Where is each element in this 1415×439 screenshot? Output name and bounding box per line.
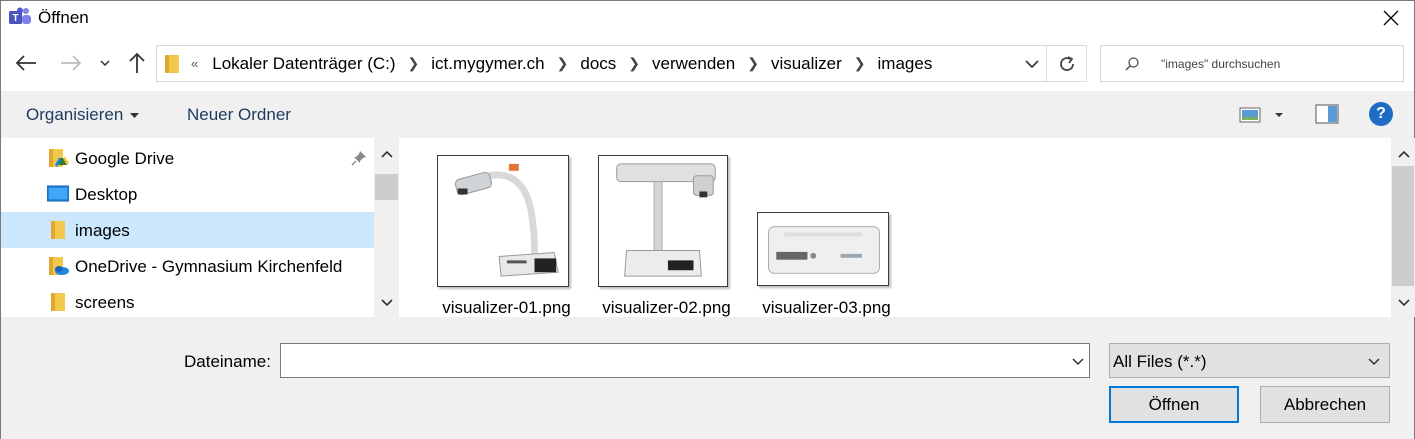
file-type-value: All Files (*.*)	[1113, 352, 1207, 371]
file-item[interactable]: visualizer-02.png	[589, 155, 744, 317]
address-bar[interactable]: « Lokaler Datenträger (C:) ❯ ict.mygymer…	[156, 45, 1087, 82]
chevron-down-icon	[1397, 299, 1410, 306]
help-button[interactable]: ?	[1369, 102, 1393, 126]
file-thumbnail	[437, 155, 569, 287]
breadcrumb-overflow-icon[interactable]: «	[191, 56, 198, 71]
search-placeholder: "images" durchsuchen	[1161, 57, 1281, 71]
up-button[interactable]	[122, 41, 152, 85]
nav-item-label: images	[75, 221, 130, 240]
scroll-thumb[interactable]	[375, 174, 398, 200]
scroll-thumb[interactable]	[1392, 166, 1414, 286]
file-thumbnail	[598, 155, 728, 287]
scroll-down-button[interactable]	[374, 290, 399, 315]
filename-label: Dateiname:	[184, 352, 271, 371]
file-list: visualizer-01.png visualizer-02.png visu…	[401, 138, 1391, 317]
organize-label: Organisieren	[26, 105, 124, 124]
google-drive-folder-icon	[49, 149, 69, 167]
organize-menu-button[interactable]: Organisieren	[26, 105, 140, 125]
arrow-up-icon	[129, 52, 145, 73]
address-row: « Lokaler Datenträger (C:) ❯ ict.mygymer…	[1, 41, 1414, 85]
chevron-down-icon	[380, 299, 393, 306]
scroll-up-button[interactable]	[374, 142, 399, 167]
nav-item-label: Desktop	[75, 185, 138, 204]
title-bar: T Öffnen	[1, 1, 1414, 34]
chevron-right-icon[interactable]: ❯	[747, 55, 759, 72]
filename-field[interactable]	[285, 348, 1055, 373]
view-thumbnail-icon	[1239, 107, 1283, 123]
window-title: Öffnen	[38, 8, 89, 27]
file-item[interactable]: visualizer-01.png	[429, 155, 584, 317]
new-folder-button[interactable]: Neuer Ordner	[187, 105, 291, 125]
breadcrumb: « Lokaler Datenträger (C:) ❯ ict.mygymer…	[191, 46, 932, 81]
nav-item-label: Google Drive	[75, 149, 175, 168]
open-button[interactable]: Öffnen	[1109, 386, 1239, 423]
breadcrumb-item[interactable]: verwenden	[652, 54, 735, 74]
caret-down-icon	[130, 113, 140, 119]
nav-item-google-drive[interactable]: Google Drive	[1, 140, 374, 176]
desktop-icon	[47, 185, 69, 202]
scroll-up-button[interactable]	[1391, 142, 1415, 167]
file-thumbnail	[757, 212, 889, 286]
scroll-down-button[interactable]	[1391, 290, 1415, 315]
teams-app-icon: T	[9, 7, 31, 24]
folder-icon	[51, 293, 65, 311]
navigation-pane: Google Drive Desktop images OneDrive - G…	[1, 138, 374, 317]
file-type-select[interactable]: All Files (*.*)	[1109, 343, 1390, 378]
file-name: visualizer-02.png	[602, 298, 731, 317]
folder-icon	[51, 221, 65, 239]
back-button[interactable]	[11, 41, 41, 85]
forward-button[interactable]	[56, 41, 86, 85]
nav-item-desktop[interactable]: Desktop	[1, 176, 374, 212]
chevron-right-icon[interactable]: ❯	[557, 55, 569, 72]
chevron-right-icon[interactable]: ❯	[854, 55, 866, 72]
folder-icon	[165, 55, 179, 73]
svg-text:T: T	[12, 13, 18, 24]
dialog-footer: Dateiname: All Files (*.*) Öffnen Abbrec…	[1, 317, 1414, 439]
file-name: visualizer-01.png	[442, 298, 571, 317]
address-history-button[interactable]	[1017, 46, 1047, 81]
nav-item-label: screens	[75, 293, 135, 312]
content-scrollbar[interactable]	[1391, 138, 1415, 317]
chevron-right-icon[interactable]: ❯	[628, 55, 640, 72]
breadcrumb-item[interactable]: visualizer	[771, 54, 842, 74]
refresh-button[interactable]	[1047, 46, 1087, 81]
nav-item-label: OneDrive - Gymnasium Kirchenfeld	[75, 257, 343, 276]
command-bar: Organisieren Neuer Ordner ?	[1, 91, 1414, 138]
arrow-left-icon	[15, 55, 36, 71]
recent-locations-button[interactable]	[93, 41, 117, 85]
chevron-down-icon	[1368, 358, 1380, 366]
preview-pane-button[interactable]	[1315, 103, 1339, 125]
chevron-down-icon[interactable]	[1071, 352, 1085, 370]
file-name: visualizer-03.png	[762, 298, 891, 317]
navigation-scrollbar[interactable]	[374, 138, 399, 317]
nav-item-screens[interactable]: screens	[1, 284, 374, 317]
nav-item-onedrive[interactable]: OneDrive - Gymnasium Kirchenfeld	[1, 248, 374, 284]
file-item[interactable]: visualizer-03.png	[749, 155, 904, 317]
nav-item-images[interactable]: images	[1, 212, 374, 248]
chevron-up-icon	[1397, 151, 1410, 158]
pin-icon[interactable]	[351, 150, 367, 166]
refresh-icon	[1060, 55, 1074, 71]
search-input[interactable]: "images" durchsuchen	[1100, 45, 1404, 82]
breadcrumb-item[interactable]: ict.mygymer.ch	[431, 54, 544, 74]
cancel-button[interactable]: Abbrechen	[1260, 386, 1390, 423]
close-icon	[1383, 10, 1399, 25]
change-view-button[interactable]	[1239, 105, 1289, 125]
chevron-up-icon	[380, 151, 393, 158]
open-file-dialog: T Öffnen « Lokaler Datenträger (C:) ❯ ic…	[0, 0, 1415, 439]
breadcrumb-item[interactable]: docs	[580, 54, 616, 74]
filename-combobox[interactable]	[280, 343, 1090, 378]
breadcrumb-item[interactable]: Lokaler Datenträger (C:)	[212, 54, 395, 74]
onedrive-folder-icon	[49, 257, 69, 275]
arrow-right-icon	[61, 55, 82, 71]
close-button[interactable]	[1368, 1, 1414, 34]
chevron-down-icon	[1024, 59, 1039, 68]
search-icon	[1125, 57, 1139, 71]
chevron-right-icon[interactable]: ❯	[408, 55, 420, 72]
breadcrumb-item[interactable]: images	[878, 54, 933, 74]
chevron-down-icon	[100, 60, 110, 66]
preview-pane-icon	[1315, 104, 1339, 124]
